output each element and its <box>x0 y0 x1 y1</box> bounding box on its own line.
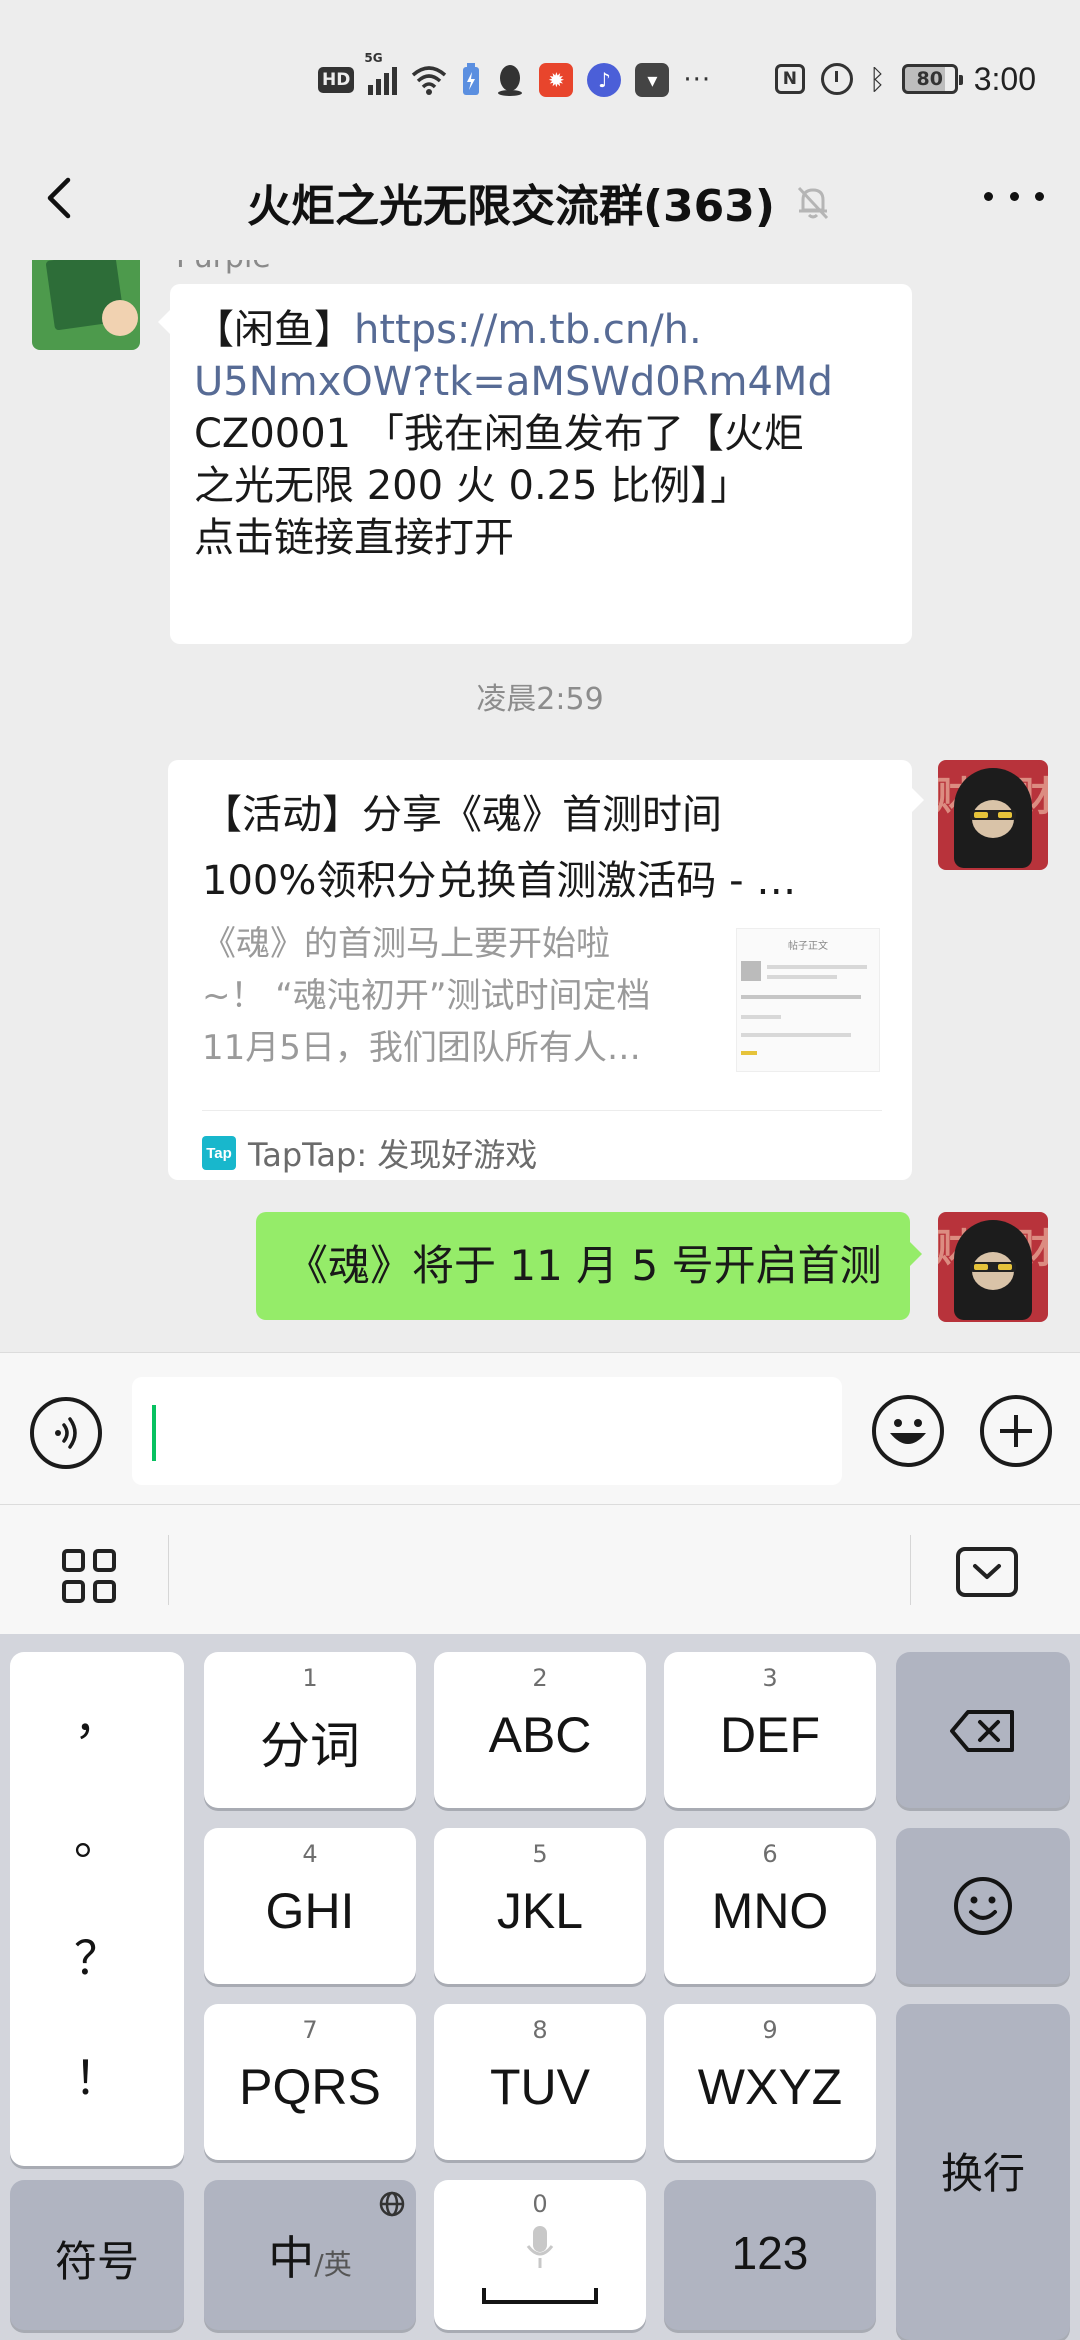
sender-name: Purple <box>176 260 271 275</box>
red-envelope-app-icon: ✹ <box>539 63 574 97</box>
qq-icon <box>498 65 523 96</box>
message-link-part1[interactable]: https://m.tb.cn/h. <box>354 307 702 353</box>
muted-bell-icon <box>797 186 829 220</box>
chat-messages[interactable]: Purple 【闲鱼】https://m.tb.cn/h. U5NmxOW?tk… <box>0 260 1080 1352</box>
card-source-label: TapTap: 发现好游戏 <box>248 1136 538 1174</box>
alarm-icon <box>820 63 853 95</box>
symbols-key[interactable]: 符号 <box>10 2180 184 2330</box>
voice-icon <box>55 1417 77 1449</box>
more-notifications-icon: ··· <box>683 65 712 95</box>
card-title-line: 100%领积分兑换首测激活码 - … <box>202 858 797 904</box>
key-4[interactable]: 4 GHI <box>204 1828 416 1984</box>
card-source: Tap TapTap: 发现好游戏 <box>202 1130 537 1176</box>
key-7[interactable]: 7 PQRS <box>204 2004 416 2160</box>
microphone-icon <box>526 2226 554 2268</box>
hide-keyboard-icon[interactable] <box>956 1547 1018 1597</box>
avatar[interactable]: 财 财 <box>938 760 1048 870</box>
plus-icon <box>1000 1415 1032 1447</box>
message-prefix: 【闲鱼】 <box>194 307 354 353</box>
key-9[interactable]: 9 WXYZ <box>664 2004 876 2160</box>
emoji-key[interactable] <box>896 1828 1070 1984</box>
backspace-icon <box>950 1710 1014 1752</box>
key-1[interactable]: 1 分词 <box>204 1652 416 1808</box>
key-6[interactable]: 6 MNO <box>664 1828 876 1984</box>
message-line: 点击链接直接打开 <box>194 515 514 561</box>
avatar[interactable] <box>32 260 140 350</box>
key-3[interactable]: 3 DEF <box>664 1652 876 1808</box>
message-bubble-link[interactable]: 【闲鱼】https://m.tb.cn/h. U5NmxOW?tk=aMSWd0… <box>158 284 912 644</box>
smiley-icon <box>890 1419 926 1444</box>
bluetooth-icon: ᛒ <box>868 62 886 96</box>
message-line: 之光无限 200 火 0.25 比例】」 <box>194 463 751 509</box>
punctuation-key[interactable]: ！ <box>10 2042 184 2108</box>
text-cursor <box>152 1405 156 1461</box>
taptap-icon: Tap <box>202 1136 236 1170</box>
chat-title-wrap: 火炬之光无限交流群(363) <box>0 170 1080 234</box>
smiley-icon <box>954 1877 1012 1935</box>
battery-icon: 80 <box>901 64 963 94</box>
battery-saver-icon <box>463 63 480 95</box>
punctuation-column[interactable]: ， 。 ？ ！ <box>10 1652 184 2166</box>
message-timestamp: 凌晨2:59 <box>476 682 604 717</box>
key-2[interactable]: 2 ABC <box>434 1652 646 1808</box>
status-bar: HD 5G ✹ ♪ ▾ ··· N ᛒ 80 3:00 <box>0 0 1080 140</box>
music-app-icon: ♪ <box>587 63 622 97</box>
more-options-icon[interactable] <box>984 176 1044 216</box>
keyboard-toolbar <box>0 1504 1080 1634</box>
wifi-icon <box>412 66 447 95</box>
backspace-key[interactable] <box>896 1652 1070 1808</box>
message-bubble-sent[interactable]: 《魂》将于 11 月 5 号开启首测 <box>256 1212 922 1320</box>
signal-icon: 5G <box>364 51 398 95</box>
card-description: 《魂》的首测马上要开始啦 ~！ “魂沌初开”测试时间定档 11月5日，我们团队所… <box>202 924 651 1068</box>
message-input-bar <box>0 1352 1080 1504</box>
status-right: N ᛒ 80 3:00 <box>774 56 1036 102</box>
message-input[interactable] <box>132 1377 842 1485</box>
more-functions-button[interactable] <box>980 1395 1052 1467</box>
keyboard-menu-icon[interactable] <box>62 1549 116 1603</box>
status-left: HD 5G ✹ ♪ ▾ ··· <box>318 51 712 102</box>
message-link-part2[interactable]: U5NmxOW?tk=aMSWd0Rm4Md <box>194 356 888 408</box>
hd-indicator: HD <box>318 67 355 93</box>
chat-title: 火炬之光无限交流群(363) <box>246 181 776 232</box>
globe-icon <box>379 2191 405 2217</box>
punctuation-key[interactable]: 。 <box>10 1802 184 1868</box>
enter-key[interactable]: 换行 <box>896 2004 1070 2340</box>
chat-header: 火炬之光无限交流群(363) <box>0 140 1080 260</box>
tv-app-icon: ▾ <box>635 63 670 97</box>
toolbar-divider <box>910 1535 911 1605</box>
language-switch-key[interactable]: 中/英 <box>204 2180 416 2330</box>
voice-input-button[interactable] <box>30 1397 102 1469</box>
avatar[interactable]: 财 财 <box>938 1212 1048 1322</box>
key-8[interactable]: 8 TUV <box>434 2004 646 2160</box>
punctuation-key[interactable]: ， <box>10 1682 184 1748</box>
space-bar-icon <box>482 2288 598 2304</box>
space-key[interactable]: 0 <box>434 2180 646 2330</box>
toolbar-divider <box>168 1535 169 1605</box>
key-5[interactable]: 5 JKL <box>434 1828 646 1984</box>
card-title-line: 【活动】分享《魂》首测时间 <box>202 792 722 838</box>
nfc-icon: N <box>774 64 805 94</box>
card-divider <box>202 1110 882 1111</box>
status-time: 3:00 <box>973 60 1036 97</box>
punctuation-key[interactable]: ？ <box>10 1922 184 1988</box>
numbers-key[interactable]: 123 <box>664 2180 876 2330</box>
shared-link-card[interactable]: 【活动】分享《魂》首测时间 100%领积分兑换首测激活码 - … 《魂》的首测马… <box>168 760 924 1180</box>
message-line: CZ0001 「我在闲鱼发布了【火炬 <box>194 411 804 457</box>
keyboard: ， 。 ？ ！ 1 分词 2 ABC 3 DEF 4 GHI 5 JKL 6 M… <box>0 1634 1080 2340</box>
emoji-button[interactable] <box>872 1395 944 1467</box>
card-thumbnail: 帖子正文 <box>736 928 880 1072</box>
